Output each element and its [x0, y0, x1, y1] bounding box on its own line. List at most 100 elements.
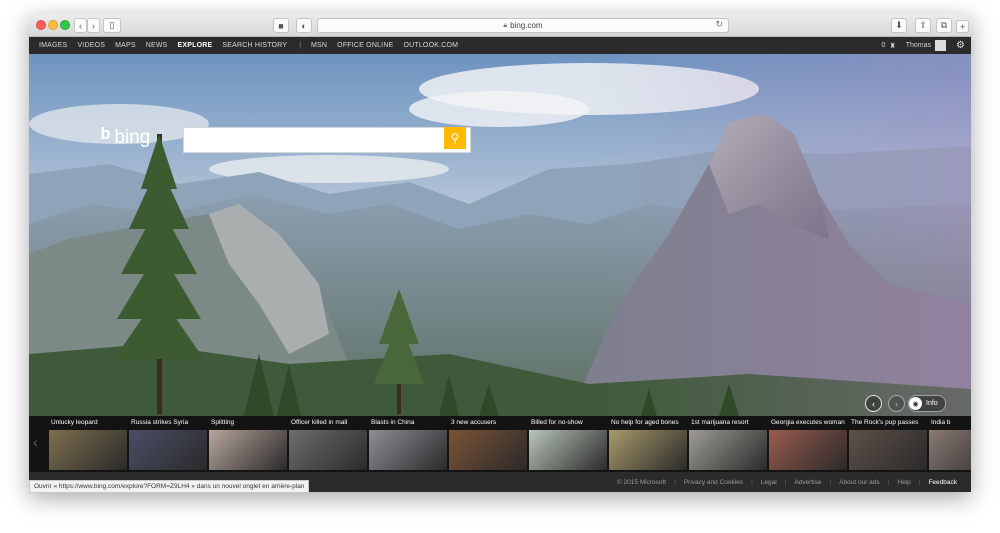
news-item[interactable]: 1st marijuana resort [689, 419, 767, 471]
search-button[interactable]: ⚲ [444, 127, 466, 149]
news-item-thumbnail [849, 430, 927, 470]
previous-image-button[interactable]: ‹ [865, 395, 882, 412]
forward-button[interactable]: › [87, 18, 100, 33]
close-window-button[interactable] [36, 20, 46, 30]
footer-separator: | [674, 478, 676, 486]
news-item-title: Blasts in China [371, 419, 415, 426]
back-button[interactable]: ‹ [74, 18, 87, 33]
news-item-title: 1st marijuana resort [691, 419, 749, 426]
news-item[interactable]: Russia strikes Syria [129, 419, 207, 471]
reload-icon[interactable]: ↻ [715, 19, 723, 30]
user-name[interactable]: Thomas [906, 42, 931, 49]
news-item-thumbnail [449, 430, 527, 470]
news-item[interactable]: Blasts in China [369, 419, 447, 471]
news-item-thumbnail [369, 430, 447, 470]
sidebar-button[interactable]: ▯ [103, 18, 121, 33]
footer-link-about-ads[interactable]: About our ads [839, 479, 879, 486]
camera-icon: ◉ [909, 397, 922, 410]
rewards-icon[interactable]: ♜ [889, 42, 895, 50]
news-item-title: Splitting [211, 419, 235, 426]
footer-link-help[interactable]: Help [897, 479, 910, 486]
news-item[interactable]: Georgia executes woman [769, 419, 847, 471]
copyright-text: © 2015 Microsoft [616, 478, 667, 486]
news-item[interactable]: Billed for no-show [529, 419, 607, 471]
footer-separator: | [751, 478, 753, 486]
tabs-icon: ⧉ [940, 20, 948, 30]
footer-separator: | [887, 478, 890, 486]
news-item-title: India b [931, 419, 951, 426]
minimize-window-button[interactable] [48, 20, 58, 30]
address-text: bing.com [510, 21, 543, 30]
footer-link-advertise[interactable]: Advertise [794, 479, 821, 486]
news-item-thumbnail [49, 430, 127, 470]
news-item-title: Russia strikes Syria [131, 419, 189, 426]
hero-background: ᵇ bing ⚲ ‹ › ◉ Info [29, 54, 971, 416]
footer-link-feedback[interactable]: Feedback [928, 479, 957, 486]
lock-icon: 🔒︎ [503, 21, 508, 29]
nav-news[interactable]: NEWS [146, 42, 168, 49]
news-item[interactable]: The Rock's pup passes [849, 419, 927, 471]
bing-logo-text: bing [114, 127, 151, 148]
nav-outlook[interactable]: OUTLOOK.COM [403, 42, 458, 49]
next-image-button[interactable]: › [888, 395, 905, 412]
news-item-thumbnail [129, 430, 207, 470]
news-item-thumbnail [609, 430, 687, 470]
avatar[interactable] [935, 40, 947, 51]
landscape-illustration [29, 54, 971, 416]
news-carousel: ‹ › Unlucky leopardRussia strikes SyriaS… [29, 416, 971, 472]
news-item[interactable]: No help for aged bones [609, 419, 687, 471]
news-item-title: No help for aged bones [611, 419, 679, 426]
news-item[interactable]: India b [929, 419, 971, 471]
nav-explore[interactable]: EXPLORE [178, 42, 213, 49]
news-item[interactable]: 3 new accusers [449, 419, 527, 471]
news-item-title: 3 new accusers [451, 419, 497, 426]
zoom-window-button[interactable] [60, 20, 70, 30]
nav-separator: | [299, 42, 302, 49]
downloads-button[interactable]: ⬇ [891, 18, 907, 33]
browser-window: ‹ › ▯ ■ ◐ 🔒︎ bing.com ↻ ⬇ ⇪ ⧉ + IMAGES V… [29, 14, 971, 492]
rewards-count[interactable]: 0 [882, 42, 886, 49]
nav-search-history[interactable]: SEARCH HISTORY [222, 42, 287, 49]
footer-link-privacy[interactable]: Privacy and Cookies [684, 479, 743, 486]
news-item-thumbnail [689, 430, 767, 470]
nav-images[interactable]: IMAGES [39, 42, 67, 49]
gear-icon[interactable]: ⚙ [956, 40, 965, 51]
browser-toolbar: ‹ › ▯ ■ ◐ 🔒︎ bing.com ↻ ⬇ ⇪ ⧉ + [29, 14, 971, 37]
shield-icon: ■ [278, 20, 284, 31]
carousel-left-arrow[interactable]: ‹ [33, 434, 38, 450]
bing-logo[interactable]: ᵇ bing [101, 124, 150, 152]
chevron-left-icon: ‹ [872, 398, 875, 409]
nav-account-area: 0 ♜ Thomas ⚙ [882, 37, 965, 54]
news-item-thumbnail [529, 430, 607, 470]
share-icon: ⇪ [919, 20, 927, 30]
share-button[interactable]: ⇪ [915, 18, 931, 33]
news-item-title: Unlucky leopard [51, 419, 98, 426]
address-bar[interactable]: 🔒︎ bing.com ↻ [317, 18, 729, 33]
news-item[interactable]: Splitting [209, 419, 287, 471]
image-info-label: Info [926, 400, 938, 407]
chevron-right-icon: › [895, 398, 898, 409]
nav-office-online[interactable]: OFFICE ONLINE [337, 42, 393, 49]
news-item-title: Georgia executes woman [771, 419, 845, 426]
image-info-button[interactable]: ◉ Info [908, 395, 946, 412]
news-item[interactable]: Officer killed in mall [289, 419, 367, 471]
search-input[interactable] [183, 127, 471, 153]
extension-button[interactable]: ◐ [296, 18, 312, 33]
footer-separator: | [784, 478, 787, 486]
news-item[interactable]: Unlucky leopard [49, 419, 127, 471]
search-icon: ⚲ [450, 131, 460, 145]
privacy-report-button[interactable]: ■ [273, 18, 289, 33]
new-tab-button[interactable]: + [956, 20, 969, 33]
footer-separator: | [918, 478, 921, 486]
nav-maps[interactable]: MAPS [115, 42, 136, 49]
nav-msn[interactable]: MSN [311, 42, 327, 49]
bing-top-nav: IMAGES VIDEOS MAPS NEWS EXPLORE SEARCH H… [29, 37, 971, 54]
footer-link-legal[interactable]: Legal [761, 479, 777, 486]
bing-logo-icon: ᵇ [101, 124, 111, 151]
circle-icon: ◐ [301, 20, 307, 31]
news-item-title: Billed for no-show [531, 419, 583, 426]
news-item-title: The Rock's pup passes [851, 419, 919, 426]
nav-videos[interactable]: VIDEOS [77, 42, 105, 49]
tabs-overview-button[interactable]: ⧉ [936, 18, 952, 33]
news-item-title: Officer killed in mall [291, 419, 348, 426]
